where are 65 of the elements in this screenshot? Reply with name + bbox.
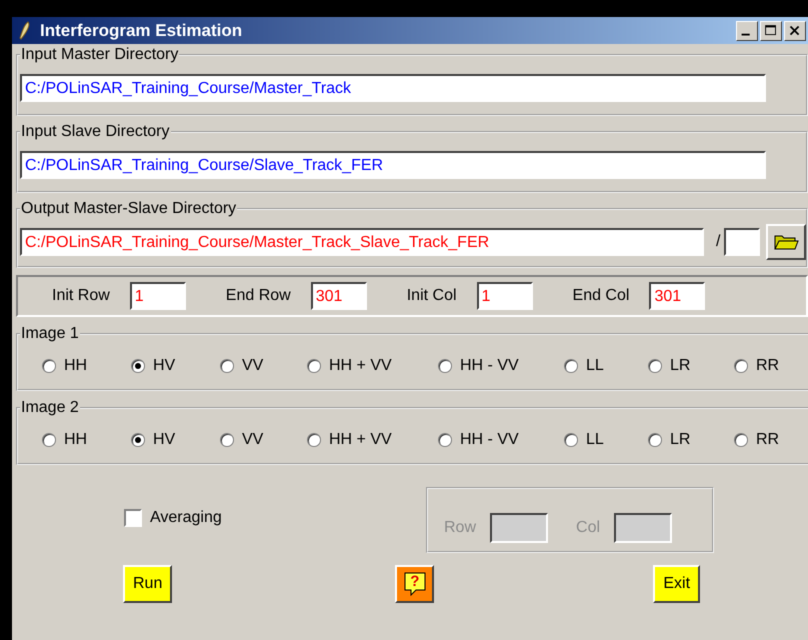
radio-button[interactable]	[220, 359, 234, 373]
radio-label: LL	[586, 357, 604, 375]
radio-button[interactable]	[564, 359, 578, 373]
radio-label: HV	[153, 431, 176, 449]
range-field[interactable]: 301	[310, 282, 367, 310]
radio-label: VV	[242, 431, 264, 449]
range-label: End Col	[572, 287, 630, 305]
group-label: Input Master Directory	[20, 46, 180, 64]
folder-button[interactable]	[766, 224, 806, 260]
radio-button[interactable]	[42, 359, 56, 373]
range-field[interactable]: 1	[476, 282, 533, 310]
radio-button[interactable]	[438, 359, 452, 373]
radio-button[interactable]	[307, 433, 321, 447]
field-label: Col	[576, 519, 600, 537]
range-label: Init Row	[52, 287, 110, 305]
radio-button[interactable]	[131, 433, 145, 447]
checkbox-label: Averaging	[150, 509, 222, 527]
path-field[interactable]: C:/POLinSAR_Training_Course/Master_Track	[20, 74, 766, 102]
radio-button[interactable]	[131, 359, 145, 373]
group-label: Image 2	[20, 399, 80, 417]
radio-label: HH	[64, 431, 88, 449]
radio-button[interactable]	[42, 433, 56, 447]
radio-label: HH	[64, 357, 88, 375]
path-field[interactable]: C:/POLinSAR_Training_Course/Slave_Track_FER	[20, 151, 766, 179]
radio-label: LR	[670, 431, 690, 449]
range-field[interactable]: 301	[649, 282, 706, 310]
maximize-icon[interactable]	[760, 20, 782, 40]
separator-label: /	[716, 233, 720, 251]
input-field	[614, 513, 672, 543]
range-field[interactable]: 1	[130, 282, 186, 310]
path-field[interactable]: C:/POLinSAR_Training_Course/Master_Track_Slave_Track_FER	[20, 228, 704, 256]
radio-label: HV	[153, 357, 176, 375]
close-icon[interactable]	[784, 20, 806, 40]
run-button[interactable]: Run	[123, 565, 172, 603]
group-label: Input Slave Directory	[20, 123, 171, 141]
radio-label: HH + VV	[329, 357, 392, 375]
radio-button[interactable]	[438, 433, 452, 447]
radio-button[interactable]	[648, 433, 662, 447]
radio-label: VV	[242, 357, 264, 375]
radio-button[interactable]	[220, 433, 234, 447]
radio-button[interactable]	[307, 359, 321, 373]
radio-button[interactable]	[564, 433, 578, 447]
input-field	[490, 513, 548, 543]
window-title: Interferogram Estimation	[40, 20, 244, 40]
group-label: Image 1	[20, 325, 80, 343]
minimize-icon[interactable]	[736, 20, 758, 40]
speech-bubble-icon	[404, 572, 426, 596]
radio-label: HH - VV	[460, 431, 519, 449]
range-label: Init Col	[406, 287, 457, 305]
help-button[interactable]: ?	[395, 565, 434, 603]
checkbox[interactable]	[124, 509, 142, 527]
group-label: Output Master-Slave Directory	[20, 200, 238, 218]
radio-button[interactable]	[734, 359, 748, 373]
suffix-field[interactable]	[724, 228, 760, 256]
radio-label: HH + VV	[329, 431, 392, 449]
radio-label: RR	[756, 357, 780, 375]
exit-button[interactable]: Exit	[653, 565, 700, 603]
radio-label: RR	[756, 431, 780, 449]
radio-label: LL	[586, 431, 604, 449]
radio-label: LR	[670, 357, 690, 375]
field-label: Row	[444, 519, 476, 537]
radio-button[interactable]	[648, 359, 662, 373]
radio-label: HH - VV	[460, 357, 519, 375]
range-label: End Row	[226, 287, 291, 305]
radio-button[interactable]	[734, 433, 748, 447]
